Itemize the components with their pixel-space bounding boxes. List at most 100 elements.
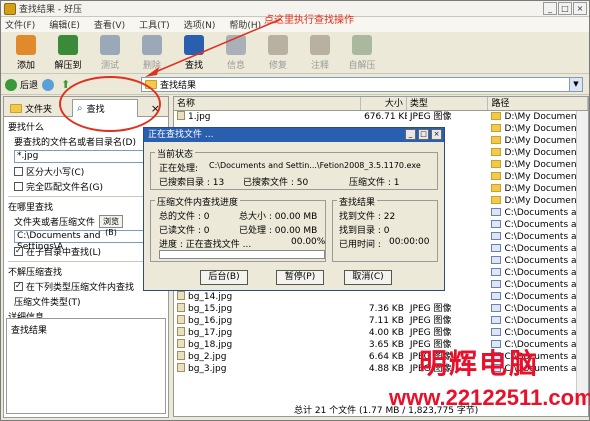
- path-icon: [491, 184, 502, 192]
- col-path[interactable]: 路径: [488, 97, 588, 110]
- searched-dirs: 已搜索目录 : 13: [159, 178, 225, 188]
- checkbox[interactable]: [14, 246, 23, 256]
- path-icon: [491, 160, 502, 168]
- add-icon: [16, 35, 36, 55]
- where-heading: 在哪里查找: [8, 203, 54, 213]
- comment-icon: [310, 35, 330, 55]
- toolbar-button[interactable]: 自解压: [341, 32, 383, 72]
- toolbar-button[interactable]: 解压到: [47, 32, 89, 72]
- jpg-file-icon: [177, 315, 185, 324]
- col-name[interactable]: 名称: [174, 97, 362, 110]
- search-progress-dialog: 正在查找文件 ... _ □ × 当前状态 正在处理: C:\Documents…: [143, 127, 445, 291]
- checkbox[interactable]: [14, 167, 23, 176]
- toolbar-button[interactable]: 注释: [299, 32, 341, 72]
- path-icon: [491, 172, 502, 180]
- menu-item[interactable]: 文件(F): [5, 18, 35, 31]
- path-icon: [491, 268, 502, 276]
- processing-path: C:\Documents and Settin...\Fetion2008_3.…: [209, 161, 421, 170]
- table-row[interactable]: bg_15.jpg7.36 KBJPEG 图像C:\Documents and …: [174, 303, 588, 315]
- path-icon: [491, 232, 502, 240]
- dialog-close-button[interactable]: ×: [431, 129, 442, 140]
- exact-match-option[interactable]: 完全匹配文件名(G): [14, 180, 164, 193]
- menu-item[interactable]: 编辑(E): [49, 18, 80, 31]
- archive-count: 压缩文件 : 1: [349, 178, 400, 188]
- include-subdirs-option[interactable]: 在子目录中查找(L): [14, 245, 164, 258]
- search-in-archives-option[interactable]: 在下列类型压缩文件内查找: [14, 280, 164, 293]
- archive-progress-group: 压缩文件内查找进度 总的文件 : 0 总大小 : 00.00 MB 已读文件 :…: [150, 195, 326, 262]
- tab-folders[interactable]: 文件夹: [6, 99, 56, 117]
- path-icon: [491, 196, 502, 204]
- checkbox[interactable]: [14, 281, 23, 291]
- table-row[interactable]: bg_14.jpgC:\Documents and Setti: [174, 291, 588, 303]
- annotation-arrow: [145, 18, 282, 77]
- current-state-group: 当前状态 正在处理: C:\Documents and Settin...\Fe…: [150, 147, 438, 190]
- back-button[interactable]: 后退: [5, 78, 38, 91]
- jpg-file-icon: [177, 327, 185, 336]
- jpg-file-icon: [177, 363, 185, 372]
- path-icon: [491, 256, 502, 264]
- path-icon: [491, 292, 502, 300]
- jpg-file-icon: [177, 291, 185, 300]
- checkbox[interactable]: [14, 182, 23, 191]
- folder-input[interactable]: C:\Documents and Settings\A: [14, 230, 144, 252]
- jpg-file-icon: [177, 111, 185, 120]
- folder-icon: [10, 103, 22, 113]
- path-icon: [491, 328, 502, 336]
- background-button[interactable]: 后台(B): [200, 270, 248, 285]
- close-button[interactable]: ×: [573, 2, 587, 15]
- list-header: 名称 大小 类型 路径: [174, 97, 588, 111]
- minimize-button[interactable]: _: [543, 2, 557, 15]
- vertical-scrollbar[interactable]: [576, 111, 588, 403]
- forward-arrow-icon: [42, 78, 55, 91]
- folder-label: 文件夹或者压缩文件: [14, 218, 96, 228]
- path-icon: [491, 280, 502, 288]
- table-row[interactable]: 1.jpg676.71 KBJPEG 图像D:\My Documents\My …: [174, 111, 588, 123]
- jpg-file-icon: [177, 351, 185, 360]
- toolbar: 添加 解压到 测试 删除 查找 信息 修复 注释 自解压: [1, 32, 589, 74]
- dialog-minimize-button[interactable]: _: [405, 129, 416, 140]
- dialog-title-bar: 正在查找文件 ... _ □ ×: [144, 128, 444, 142]
- app-window: 查找结果 - 好压 _ □ × 文件(F) 编辑(E) 查看(V) 工具(T) 选项(N…: [0, 0, 590, 421]
- name-input[interactable]: *.jpg: [14, 150, 144, 163]
- dialog-title: 正在查找文件 ...: [148, 130, 214, 140]
- archive-types-label: 压缩文件类型(T): [14, 298, 81, 308]
- case-sensitive-option[interactable]: 区分大小写(C): [14, 165, 164, 178]
- sfx-icon: [352, 35, 372, 55]
- path-icon: [491, 220, 502, 228]
- test-icon: [100, 35, 120, 55]
- watermark-title: 明辉电脑: [419, 347, 540, 380]
- path-icon: [491, 112, 502, 120]
- col-size[interactable]: 大小: [361, 97, 407, 110]
- toolbar-button[interactable]: 添加: [5, 32, 47, 72]
- details-box: 查找结果: [6, 318, 166, 414]
- col-type[interactable]: 类型: [407, 97, 489, 110]
- back-arrow-icon: [5, 78, 17, 91]
- browse-button[interactable]: 浏览(B): [99, 215, 124, 237]
- address-dropdown-icon[interactable]: ▼: [569, 78, 582, 91]
- results-group: 查找结果 找到文件 : 22 找到目录 : 0 已用时间 : 00:00:00: [332, 195, 438, 262]
- app-icon: [4, 2, 16, 15]
- path-icon: [491, 208, 502, 216]
- no-extract-heading: 不解压缩查找: [8, 268, 63, 278]
- path-icon: [491, 316, 502, 324]
- searched-files: 已搜索文件 : 50: [243, 178, 309, 188]
- table-row[interactable]: bg_17.jpg4.00 KBJPEG 图像C:\Documents and …: [174, 327, 588, 339]
- path-icon: [491, 124, 502, 132]
- name-label: 要查找的文件名或者目录名(D): [14, 138, 136, 148]
- pause-button[interactable]: 暂停(P): [276, 270, 324, 285]
- jpg-file-icon: [177, 339, 185, 348]
- menu-item[interactable]: 查看(V): [94, 18, 125, 31]
- maximize-button[interactable]: □: [558, 2, 572, 15]
- details-text: 查找结果: [11, 326, 48, 336]
- path-icon: [491, 244, 502, 252]
- path-icon: [491, 136, 502, 144]
- toolbar-button[interactable]: 测试: [89, 32, 131, 72]
- table-row[interactable]: bg_16.jpg7.11 KBJPEG 图像C:\Documents and …: [174, 315, 588, 327]
- extract-icon: [58, 35, 78, 55]
- path-icon: [491, 148, 502, 156]
- forward-button[interactable]: [42, 78, 57, 91]
- cancel-button[interactable]: 取消(C): [344, 270, 392, 285]
- window-title: 查找结果 - 好压: [19, 5, 82, 15]
- watermark-url: www.22122511.com: [389, 385, 590, 410]
- dialog-maximize-button[interactable]: □: [418, 129, 429, 140]
